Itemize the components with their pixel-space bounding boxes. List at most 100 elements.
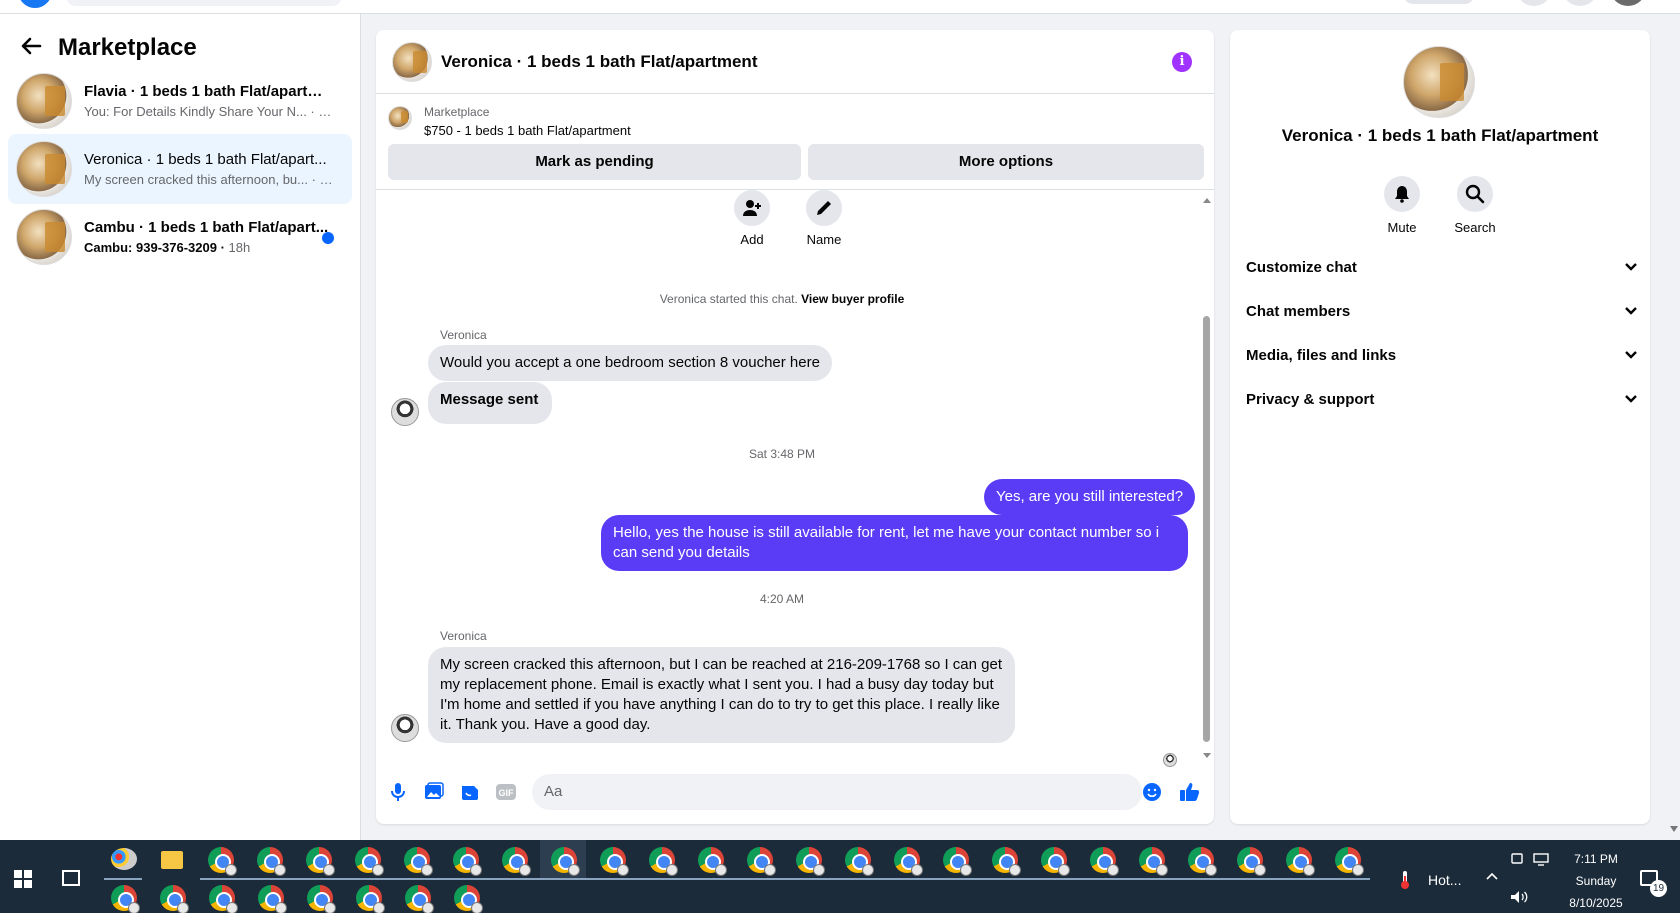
- message-bubble[interactable]: Message sent: [428, 382, 553, 424]
- add-label: Add: [740, 232, 764, 247]
- sticker-icon[interactable]: [458, 780, 482, 804]
- network-icon[interactable]: [1533, 852, 1549, 869]
- sender-avatar[interactable]: [391, 714, 419, 742]
- chat-scrollbar[interactable]: [1202, 198, 1212, 758]
- view-buyer-profile-link[interactable]: View buyer profile: [801, 292, 904, 306]
- menu-icon[interactable]: [1516, 0, 1552, 6]
- photo-icon[interactable]: [422, 780, 446, 804]
- message-sender: Veronica: [440, 328, 487, 342]
- clock-date[interactable]: 8/10/2025: [1556, 896, 1636, 910]
- name-label: Name: [806, 232, 842, 247]
- page-scroll-down-arrow-icon[interactable]: [1670, 826, 1678, 832]
- profile-avatar[interactable]: [1610, 0, 1646, 6]
- chrome-profile-icon[interactable]: [1335, 847, 1364, 876]
- chrome-profile-icon[interactable]: [747, 847, 776, 876]
- conversation-preview: Cambu: 939-376-3209 · 18h: [84, 240, 251, 255]
- more-options-button[interactable]: More options: [808, 144, 1204, 180]
- microphone-icon[interactable]: [386, 780, 410, 804]
- message-bubble[interactable]: My screen cracked this afternoon, but I …: [428, 647, 1015, 743]
- my-message-bubble[interactable]: Hello, yes the house is still available …: [601, 515, 1188, 571]
- chrome-profile-icon[interactable]: [404, 847, 433, 876]
- chevron-up-icon[interactable]: [1485, 868, 1499, 884]
- listing-price[interactable]: $750 - 1 beds 1 bath Flat/apartment: [424, 123, 631, 138]
- chrome-profile-icon[interactable]: [992, 847, 1021, 876]
- chrome-profile-icon[interactable]: [1041, 847, 1070, 876]
- chrome-profile-icon[interactable]: [454, 885, 483, 913]
- app-running-indicator: [104, 878, 142, 880]
- facebook-search-input[interactable]: [66, 0, 342, 6]
- chrome-profile-icon[interactable]: [845, 847, 874, 876]
- conversation-item-cambu[interactable]: Cambu · 1 beds 1 bath Flat/apart... Camb…: [8, 202, 352, 272]
- chrome-profile-icon[interactable]: [307, 885, 336, 913]
- chrome-profile-icon[interactable]: [551, 847, 580, 876]
- chrome-profile-icon[interactable]: [796, 847, 825, 876]
- paint-app-icon[interactable]: [111, 848, 137, 870]
- clock-day[interactable]: Sunday: [1556, 874, 1636, 888]
- chrome-profile-icon[interactable]: [258, 885, 287, 913]
- chrome-profile-icon[interactable]: [356, 885, 385, 913]
- chat-title[interactable]: Veronica · 1 beds 1 bath Flat/apartment: [441, 52, 757, 72]
- chrome-profile-icon[interactable]: [1237, 847, 1266, 876]
- privacy-support-section[interactable]: Privacy & support: [1246, 377, 1638, 421]
- chrome-profile-icon[interactable]: [600, 847, 629, 876]
- search-button[interactable]: Search: [1440, 176, 1510, 235]
- listing-thumbnail: [16, 141, 72, 197]
- chrome-profile-icon[interactable]: [111, 885, 140, 913]
- media-files-links-section[interactable]: Media, files and links: [1246, 333, 1638, 377]
- volume-icon[interactable]: [1510, 890, 1528, 907]
- conversation-item-flavia[interactable]: Flavia · 1 beds 1 bath Flat/apartment Yo…: [8, 66, 352, 136]
- file-explorer-icon[interactable]: [161, 851, 183, 869]
- back-arrow-icon[interactable]: [20, 35, 44, 62]
- chrome-profile-icon[interactable]: [698, 847, 727, 876]
- chrome-profile-icon[interactable]: [1090, 847, 1119, 876]
- facebook-logo-icon[interactable]: [18, 0, 52, 8]
- listing-thumbnail[interactable]: [388, 106, 412, 130]
- scrollbar-thumb[interactable]: [1203, 316, 1210, 742]
- add-people-button[interactable]: Add: [722, 190, 782, 247]
- chrome-profile-icon[interactable]: [502, 847, 531, 876]
- my-message-bubble[interactable]: Yes, are you still interested?: [984, 479, 1196, 515]
- customize-chat-section[interactable]: Customize chat: [1246, 245, 1638, 289]
- notifications-icon[interactable]: [1562, 0, 1598, 6]
- name-chat-button[interactable]: Name: [794, 190, 854, 247]
- meet-now-icon[interactable]: [1510, 852, 1524, 869]
- top-nav-button[interactable]: [1404, 0, 1474, 4]
- emoji-icon[interactable]: [1140, 780, 1164, 804]
- scroll-up-arrow-icon[interactable]: [1203, 198, 1211, 203]
- notification-count-badge: 19: [1650, 880, 1667, 897]
- chrome-profile-icon[interactable]: [405, 885, 434, 913]
- weather-text[interactable]: Hot...: [1428, 872, 1461, 888]
- gif-icon[interactable]: GIF: [494, 780, 518, 804]
- message-sender: Veronica: [440, 629, 487, 643]
- chrome-profile-icon[interactable]: [1139, 847, 1168, 876]
- windows-start-icon[interactable]: [14, 870, 32, 888]
- chrome-profile-icon[interactable]: [943, 847, 972, 876]
- chrome-profile-icon[interactable]: [1188, 847, 1217, 876]
- conversation-item-veronica[interactable]: Veronica · 1 beds 1 bath Flat/apart... M…: [8, 134, 352, 204]
- message-input[interactable]: Aa: [532, 774, 1142, 810]
- task-view-icon[interactable]: [62, 870, 80, 886]
- chrome-profile-icon[interactable]: [306, 847, 335, 876]
- thumbs-up-icon[interactable]: [1178, 780, 1202, 804]
- chrome-profile-icon[interactable]: [355, 847, 384, 876]
- mark-as-pending-button[interactable]: Mark as pending: [388, 144, 801, 180]
- thermometer-icon[interactable]: [1398, 870, 1412, 890]
- chrome-profile-icon[interactable]: [1286, 847, 1315, 876]
- add-person-icon: [734, 190, 770, 226]
- chrome-profile-icon[interactable]: [160, 885, 189, 913]
- scroll-down-arrow-icon[interactable]: [1203, 753, 1211, 758]
- chrome-profile-icon[interactable]: [894, 847, 923, 876]
- chrome-profile-icon[interactable]: [208, 847, 237, 876]
- listing-thumbnail[interactable]: [392, 41, 432, 82]
- message-bubble[interactable]: Would you accept a one bedroom section 8…: [428, 345, 832, 381]
- clock-time[interactable]: 7:11 PM: [1556, 852, 1636, 866]
- chat-members-section[interactable]: Chat members: [1246, 289, 1638, 333]
- info-icon[interactable]: i: [1172, 52, 1192, 72]
- chrome-profile-icon[interactable]: [649, 847, 678, 876]
- mute-button[interactable]: Mute: [1367, 176, 1437, 235]
- chrome-profile-icon[interactable]: [209, 885, 238, 913]
- listing-thumbnail[interactable]: [1403, 46, 1475, 118]
- chrome-profile-icon[interactable]: [257, 847, 286, 876]
- chrome-profile-icon[interactable]: [453, 847, 482, 876]
- sender-avatar[interactable]: [391, 398, 419, 426]
